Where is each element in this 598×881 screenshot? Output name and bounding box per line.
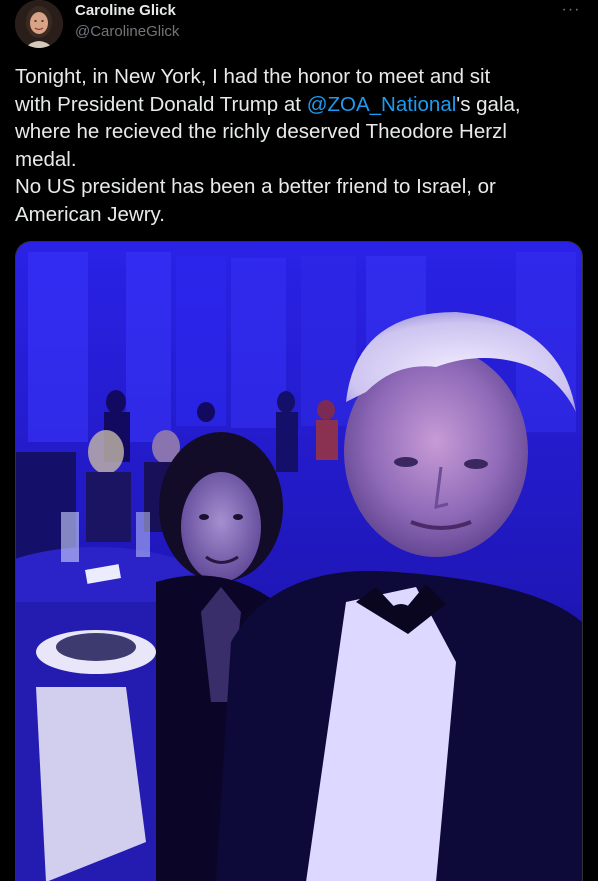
photo-icon	[16, 242, 582, 881]
mention-link[interactable]: @ZOA_National	[307, 93, 457, 116]
tweet-text-segment: with President Donald Trump at	[15, 92, 307, 116]
more-options-button[interactable]: ···	[556, 0, 586, 24]
tweet-text-line: No US president has been a better friend…	[15, 175, 496, 198]
author-avatar[interactable]	[15, 0, 63, 48]
tweet-text-line: where he recieved the richly deserved Th…	[15, 120, 507, 143]
author-handle[interactable]: @CarolineGlick	[75, 23, 179, 40]
tweet-text-line: medal.	[15, 147, 77, 171]
tweet-text-segment: 's gala,	[456, 92, 521, 116]
tweet: Caroline Glick @CarolineGlick ··· Tonigh…	[0, 0, 598, 881]
avatar-photo-icon	[15, 0, 63, 48]
tweet-text: Tonight, in New York, I had the honor to…	[15, 63, 585, 228]
tweet-text-line: American Jewry.	[15, 202, 165, 226]
tweet-text-line: with President Donald Trump at @ZOA_Nati…	[15, 91, 585, 119]
tweet-text-line: Tonight, in New York, I had the honor to…	[15, 65, 491, 88]
tweet-photo[interactable]	[15, 241, 583, 881]
author-display-name[interactable]: Caroline Glick	[75, 2, 176, 19]
